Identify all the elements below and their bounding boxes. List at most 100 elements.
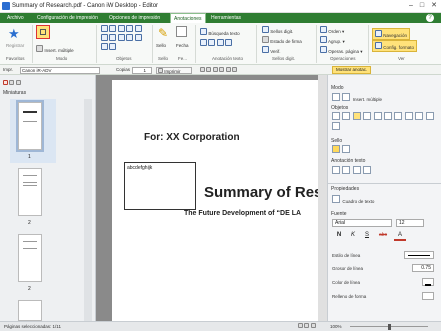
text-box-annotation[interactable]: abcdefghijk	[124, 162, 196, 210]
navigation-toggle[interactable]: Navegación	[372, 28, 411, 40]
pin-icon[interactable]	[15, 80, 21, 85]
highlight-text-icon[interactable]	[342, 112, 351, 120]
polygon-icon[interactable]	[404, 112, 413, 120]
font-family-select[interactable]: Arial	[332, 219, 392, 227]
note-icon[interactable]	[332, 122, 340, 130]
font-icon[interactable]	[352, 112, 361, 120]
strikethrough-button[interactable]: abc	[376, 232, 390, 241]
order-button[interactable]: Orden ▾	[320, 26, 344, 35]
underline-button[interactable]: S	[362, 232, 372, 241]
strikethrough-icon[interactable]	[216, 39, 224, 46]
thumbnail-page-4[interactable]	[18, 300, 42, 321]
copies-stepper[interactable]: 1	[132, 66, 152, 74]
undo-icon[interactable]	[200, 67, 205, 72]
document-scrollbar[interactable]	[318, 75, 327, 321]
tab-archivo[interactable]: Archivo	[4, 13, 27, 23]
underline-icon[interactable]	[208, 39, 216, 46]
line-width-stepper[interactable]: 0.75	[412, 264, 434, 272]
line-icon[interactable]	[126, 25, 134, 32]
format-settings-toggle[interactable]: Config. formato	[372, 40, 418, 52]
tab-opciones-impresion[interactable]: Opciones de impresión	[106, 13, 163, 23]
italic-button[interactable]: K	[348, 232, 358, 241]
text-highlight-icon[interactable]	[225, 39, 233, 46]
insert-multiple-icon[interactable]	[342, 93, 351, 101]
verify-button[interactable]: Verif.	[262, 46, 281, 54]
page-operations-button[interactable]: Operas. página ▾	[320, 46, 363, 55]
bold-button[interactable]: N	[334, 232, 344, 241]
highlight-text-icon[interactable]	[109, 25, 117, 32]
minimize-icon[interactable]: –	[406, 1, 416, 11]
tab-herramientas[interactable]: Herramientas	[208, 13, 244, 23]
link-icon[interactable]	[425, 112, 434, 120]
maximize-icon[interactable]: □	[417, 1, 427, 11]
freehand-icon[interactable]	[415, 112, 424, 120]
signature-status-button[interactable]: Estado de firma	[262, 36, 302, 44]
ellipse-icon[interactable]	[101, 34, 108, 41]
stamp-icon[interactable]	[332, 145, 340, 153]
text-box-icon[interactable]	[332, 112, 340, 120]
print-button[interactable]: Imprimir	[156, 66, 192, 74]
register-button[interactable]: Registrar	[6, 43, 24, 48]
rectangle-icon[interactable]	[383, 112, 392, 120]
two-page-icon[interactable]	[304, 323, 310, 328]
continuous-icon[interactable]	[310, 323, 316, 328]
arrow-line-icon[interactable]	[117, 25, 125, 32]
image-icon[interactable]	[126, 34, 134, 41]
calendar-icon[interactable]	[342, 145, 351, 153]
calendar-icon[interactable]	[176, 26, 187, 37]
line-style-select[interactable]	[404, 251, 434, 259]
image-icon[interactable]	[373, 112, 382, 120]
star-icon[interactable]: ★	[8, 26, 20, 42]
select-mode-button[interactable]	[36, 25, 50, 39]
tab-configuracion-impresion[interactable]: Configuración de impresión	[34, 13, 101, 23]
thumbnail-page-1[interactable]	[16, 100, 44, 152]
thumbnail-page-3[interactable]	[18, 234, 42, 282]
close-icon[interactable]: ✕	[429, 1, 439, 11]
help-icon[interactable]: ?	[426, 14, 434, 22]
search-icon[interactable]	[363, 166, 372, 174]
single-page-icon[interactable]	[298, 323, 303, 328]
insert-multiple-label: Insert. múltiple	[352, 97, 383, 102]
insert-multiple-button[interactable]: Insert. múltiple	[36, 45, 74, 54]
freehand-icon[interactable]	[117, 34, 125, 41]
date-button[interactable]: Fecha	[176, 43, 189, 48]
line-color-picker[interactable]	[422, 278, 434, 286]
thumbnail-scrollbar[interactable]	[84, 99, 92, 321]
note-icon[interactable]	[101, 43, 108, 50]
stamp-button[interactable]: Sello	[156, 43, 166, 48]
font-size-select[interactable]: 12	[396, 219, 424, 227]
fit-width-icon[interactable]	[231, 67, 237, 72]
rotate-icon[interactable]	[212, 67, 218, 72]
show-annotations-toggle[interactable]: Mostrar anotac.	[332, 66, 372, 74]
zoom-icon[interactable]	[219, 67, 225, 72]
polyline-icon[interactable]	[109, 34, 117, 41]
printer-select[interactable]: Canon iR-ADV	[20, 66, 100, 74]
polygon-icon[interactable]	[109, 43, 117, 50]
text-search-button[interactable]: Búsqueda texto	[200, 28, 240, 37]
redo-icon[interactable]	[206, 67, 212, 72]
document-page[interactable]: For: XX Corporation abcdefghijk Summary …	[112, 80, 327, 321]
digital-stamps-button[interactable]: Sellos digit.	[262, 26, 293, 34]
zoom-slider-thumb[interactable]	[388, 324, 391, 330]
shape-fill-picker[interactable]	[422, 292, 434, 300]
font-icon[interactable]	[200, 39, 207, 46]
font-color-button[interactable]: A	[394, 232, 406, 241]
insert-multiple-icon	[36, 45, 43, 52]
link-icon[interactable]	[134, 34, 142, 41]
strikethrough-icon[interactable]	[352, 166, 361, 174]
cursor-icon[interactable]	[332, 93, 340, 101]
text-highlight-icon[interactable]	[332, 166, 340, 174]
stamp-icon[interactable]: ✎	[158, 26, 168, 40]
line-icon[interactable]	[363, 112, 372, 120]
rectangle-icon[interactable]	[134, 25, 142, 32]
underline-icon[interactable]	[342, 166, 351, 174]
comment-icon[interactable]	[9, 80, 15, 85]
signature-status-icon	[262, 36, 269, 43]
bookmark-icon[interactable]	[3, 80, 8, 85]
fit-page-icon[interactable]	[225, 67, 231, 72]
thumbnail-page-2[interactable]	[18, 168, 42, 216]
text-box-icon[interactable]	[101, 25, 108, 32]
group-button[interactable]: Agrup. ▾	[320, 36, 345, 45]
tab-anotaciones[interactable]: Anotaciones	[170, 13, 206, 23]
ellipse-icon[interactable]	[394, 112, 403, 120]
